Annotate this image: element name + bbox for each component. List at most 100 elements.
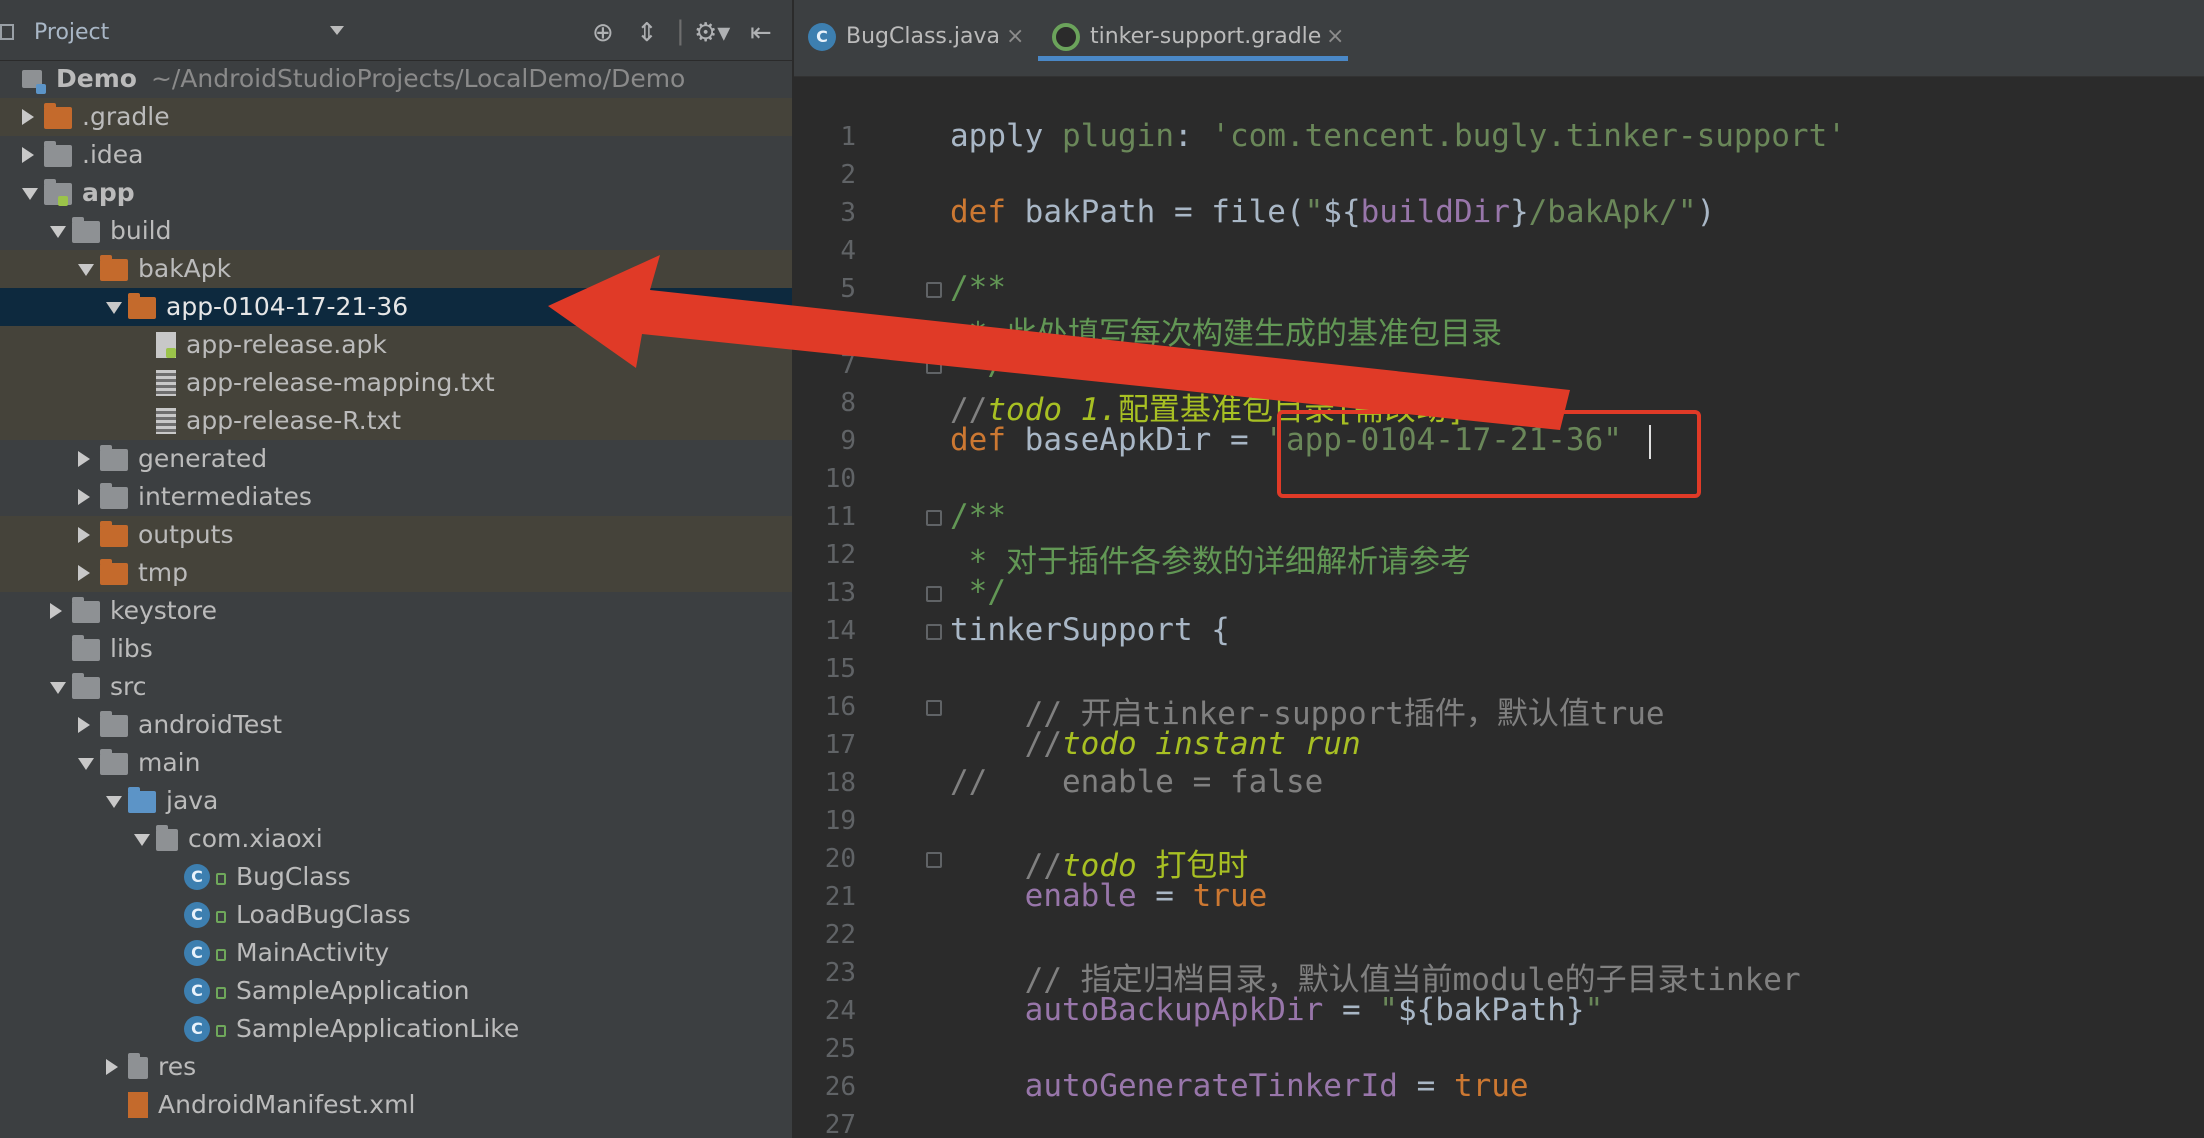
tree-item-app-release-mapping-txt[interactable]: app-release-mapping.txt (0, 364, 792, 402)
expand-arrow-down-icon[interactable] (22, 188, 38, 200)
lock-icon (216, 911, 226, 923)
tree-item-label: intermediates (138, 482, 312, 511)
tree-item-app[interactable]: app (0, 174, 792, 212)
fold-marker-icon[interactable] (926, 358, 942, 374)
close-icon[interactable]: × (1006, 24, 1024, 49)
folder-icon (44, 141, 72, 167)
class-icon: C (184, 864, 210, 890)
fold-marker-icon[interactable] (926, 510, 942, 526)
tree-item-src[interactable]: src (0, 668, 792, 706)
code-line[interactable]: */ (950, 346, 1006, 382)
tree-item-java[interactable]: java (0, 782, 792, 820)
tab-bugclass-java[interactable]: C BugClass.java × (808, 14, 1034, 58)
tree-item-build[interactable]: build (0, 212, 792, 250)
code-line[interactable]: /** (950, 498, 1006, 534)
tree-item-label: outputs (138, 520, 234, 549)
tree-item-bakapk[interactable]: bakApk (0, 250, 792, 288)
expand-arrow-right-icon[interactable] (50, 603, 62, 619)
tree-item-app-0104-17-21-36[interactable]: app-0104-17-21-36 (0, 288, 792, 326)
code-line[interactable]: tinkerSupport { (950, 612, 1230, 648)
class-icon: C (184, 1016, 210, 1042)
expand-arrow-right-icon[interactable] (106, 1059, 118, 1075)
tree-item-sampleapplication[interactable]: C SampleApplication (0, 972, 792, 1010)
tree-item-label: app-release-mapping.txt (186, 368, 495, 397)
expand-arrow-down-icon[interactable] (106, 302, 122, 314)
folder-icon (100, 749, 128, 775)
locate-file-icon[interactable]: ⊕ (592, 20, 614, 46)
project-view-selector[interactable]: Project (34, 20, 109, 45)
tree-item-idea[interactable]: .idea (0, 136, 792, 174)
tree-item-app-release-r-txt[interactable]: app-release-R.txt (0, 402, 792, 440)
expand-arrow-down-icon[interactable] (106, 796, 122, 808)
code-line[interactable]: * 对于插件各参数的详细解析请参考 (950, 536, 1471, 581)
hide-panel-icon[interactable]: ⇤ (750, 20, 772, 46)
expand-arrow-down-icon[interactable] (50, 226, 66, 238)
gear-icon[interactable]: ⚙▾ (694, 20, 730, 46)
tab-tinker-support-gradle[interactable]: tinker-support.gradle × (1052, 14, 1352, 58)
tree-item-generated[interactable]: generated (0, 440, 792, 478)
fold-marker-icon[interactable] (926, 624, 942, 640)
expand-arrow-right-icon[interactable] (78, 717, 90, 733)
line-number: 13 (824, 578, 856, 608)
line-number: 14 (824, 616, 856, 646)
close-icon[interactable]: × (1326, 24, 1344, 49)
collapse-all-icon[interactable]: ⇕ (636, 20, 658, 46)
code-line[interactable]: * 此处填写每次构建生成的基准包目录 (950, 308, 1502, 353)
line-number: 6 (840, 312, 856, 342)
fold-marker-icon[interactable] (926, 282, 942, 298)
tree-item-sampleapplicationlike[interactable]: C SampleApplicationLike (0, 1010, 792, 1048)
tree-item-label: java (166, 786, 219, 815)
tree-item-com-xiaoxi[interactable]: com.xiaoxi (0, 820, 792, 858)
tree-item-outputs[interactable]: outputs (0, 516, 792, 554)
code-line[interactable]: //todo instant run (950, 726, 1361, 762)
code-line[interactable]: /** (950, 270, 1006, 306)
tree-item-androidmanifest-xml[interactable]: AndroidManifest.xml (0, 1086, 792, 1124)
expand-arrow-right-icon[interactable] (78, 489, 90, 505)
android-badge-icon (166, 348, 176, 358)
expand-arrow-right-icon[interactable] (78, 451, 90, 467)
tree-root-demo[interactable]: Demo ~/AndroidStudioProjects/LocalDemo/De… (0, 60, 792, 98)
tree-item-label: generated (138, 444, 268, 473)
expand-arrow-right-icon[interactable] (78, 565, 90, 581)
tree-item-app-release-apk[interactable]: app-release.apk (0, 326, 792, 364)
tree-item-tmp[interactable]: tmp (0, 554, 792, 592)
line-number: 21 (824, 882, 856, 912)
active-tab-indicator (1038, 56, 1348, 61)
code-line[interactable]: apply plugin: 'com.tencent.bugly.tinker-… (950, 118, 1846, 154)
expand-arrow-down-icon[interactable] (134, 834, 150, 846)
lock-icon (216, 1025, 226, 1037)
fold-marker-icon[interactable] (926, 586, 942, 602)
tree-item-loadbugclass[interactable]: C LoadBugClass (0, 896, 792, 934)
tree-item-gradle[interactable]: .gradle (0, 98, 792, 136)
code-line[interactable]: enable = true (950, 878, 1268, 914)
expand-arrow-right-icon[interactable] (22, 147, 34, 163)
class-icon: C (184, 978, 210, 1004)
code-line[interactable]: autoGenerateTinkerId = true (950, 1068, 1529, 1104)
fold-marker-icon[interactable] (926, 852, 942, 868)
code-line[interactable]: def bakPath = file("${buildDir}/bakApk/"… (950, 194, 1715, 230)
expand-arrow-right-icon[interactable] (78, 527, 90, 543)
code-line[interactable]: autoBackupApkDir = "${bakPath}" (950, 992, 1604, 1028)
folder-blue-icon (128, 787, 156, 813)
expand-arrow-down-icon[interactable] (50, 682, 66, 694)
tree-item-androidtest[interactable]: androidTest (0, 706, 792, 744)
toolbar-divider: | (676, 16, 685, 46)
tree-item-libs[interactable]: libs (0, 630, 792, 668)
tab-label: tinker-support.gradle (1090, 24, 1322, 49)
expand-arrow-down-icon[interactable] (78, 264, 94, 276)
tree-item-res[interactable]: res (0, 1048, 792, 1086)
tree-item-keystore[interactable]: keystore (0, 592, 792, 630)
expand-arrow-down-icon[interactable] (78, 758, 94, 770)
tree-item-label: SampleApplicationLike (236, 1014, 520, 1043)
tree-item-bugclass[interactable]: C BugClass (0, 858, 792, 896)
chevron-down-icon[interactable] (330, 26, 344, 35)
expand-arrow-right-icon[interactable] (22, 109, 34, 125)
tree-item-label: SampleApplication (236, 976, 470, 1005)
code-line[interactable]: // enable = false (950, 764, 1323, 800)
tree-item-mainactivity[interactable]: C MainActivity (0, 934, 792, 972)
code-line[interactable]: */ (950, 574, 1006, 610)
fold-marker-icon[interactable] (926, 700, 942, 716)
highlight-box (1277, 410, 1701, 498)
tree-item-intermediates[interactable]: intermediates (0, 478, 792, 516)
tree-item-main[interactable]: main (0, 744, 792, 782)
